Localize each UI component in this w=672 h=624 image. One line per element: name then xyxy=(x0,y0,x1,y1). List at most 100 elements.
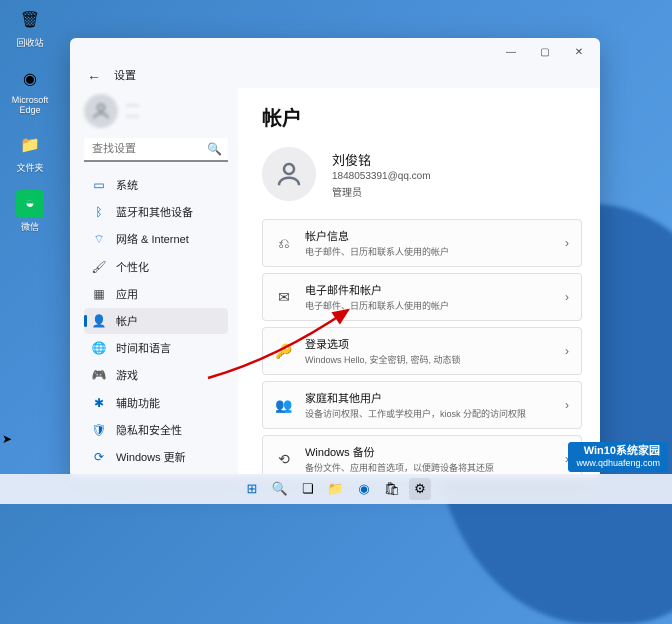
card-windows-backup[interactable]: ⟲Windows 备份备份文件、应用和首选项，以便跨设备将其还原› xyxy=(262,435,582,478)
window-controls: — ▢ ✕ xyxy=(494,40,596,64)
sidebar-item-bluetooth[interactable]: ᛒ 蓝牙和其他设备 xyxy=(84,199,228,225)
account-info-icon: ⎌ xyxy=(275,234,293,252)
desktop-icons: 🗑 回收站 ◉Microsoft Edge 📁 文件夹 ◒ 微信 xyxy=(6,6,54,233)
card-signin-options[interactable]: 🔑登录选项Windows Hello, 安全密钥, 密码, 动态锁› xyxy=(262,327,582,375)
back-button[interactable]: ← xyxy=(84,65,104,85)
user-text: 刘俊铭 1848053391@qq.com 管理员 xyxy=(332,150,431,199)
app-title: 设置 xyxy=(114,67,136,83)
bluetooth-icon: ᛒ xyxy=(92,205,106,219)
card-subtitle: 备份文件、应用和首选项，以便跨设备将其还原 xyxy=(305,461,553,474)
card-subtitle: 电子邮件、日历和联系人使用的帐户 xyxy=(305,245,553,258)
card-email-accounts[interactable]: ✉ 电子邮件和帐户电子邮件、日历和联系人使用的帐户 › xyxy=(262,273,582,321)
profile-text: ···· ···· xyxy=(126,100,139,122)
user-role: 管理员 xyxy=(332,184,431,199)
content: ···· ···· 🔍 ▭系统 ᛒ 蓝牙和其他设备 ⌔ 网络 & Internet 🖌个性… xyxy=(70,88,600,478)
email-accounts-icon: ✉ xyxy=(275,288,293,306)
watermark: Win10系统家园 www.qdhuafeng.com xyxy=(568,442,668,472)
titlebar: — ▢ ✕ xyxy=(70,38,600,66)
taskbar-store[interactable]: 🛍 xyxy=(381,478,403,500)
sidebar-item-personalize[interactable]: 🖌个性化 xyxy=(84,254,228,280)
personalize-icon: 🖌 xyxy=(92,260,106,274)
gaming-icon: 🎮 xyxy=(92,368,106,382)
sidebar-item-label: 网络 & Internet xyxy=(116,231,189,247)
sidebar-item-label: Windows 更新 xyxy=(116,449,186,465)
close-button[interactable]: ✕ xyxy=(562,40,596,64)
desktop-icon-label: Microsoft Edge xyxy=(6,95,54,115)
card-title: 家庭和其他用户 xyxy=(305,390,553,406)
card-subtitle: 电子邮件、日历和联系人使用的帐户 xyxy=(305,299,553,312)
search-icon: 🔍 xyxy=(207,142,222,156)
desktop-icon-label: 微信 xyxy=(21,220,39,233)
sidebar-item-time-language[interactable]: 🌐 时间和语言 xyxy=(84,335,228,361)
sidebar-item-windows-update[interactable]: ⟳ Windows 更新 xyxy=(84,444,228,470)
card-text: Windows 备份备份文件、应用和首选项，以便跨设备将其还原 xyxy=(305,444,553,474)
desktop-icon-edge-browser[interactable]: ◉Microsoft Edge xyxy=(6,65,54,115)
sidebar-item-label: 蓝牙和其他设备 xyxy=(116,204,193,220)
desktop-icon-recycle-bin[interactable]: 🗑 回收站 xyxy=(6,6,54,49)
accessibility-icon: ✱ xyxy=(92,396,106,410)
file-explorer-icon: 📁 xyxy=(16,131,44,159)
card-title: Windows 备份 xyxy=(305,444,553,460)
apps-icon: ▦ xyxy=(92,287,106,301)
chevron-right-icon: › xyxy=(565,398,569,412)
family-users-icon: 👥 xyxy=(275,396,293,414)
windows-backup-icon: ⟲ xyxy=(275,450,293,468)
sidebar-item-privacy[interactable]: 🛡隐私和安全性 xyxy=(84,417,228,443)
edge-browser-icon: ◉ xyxy=(16,65,44,93)
time-language-icon: 🌐 xyxy=(92,341,106,355)
taskbar-task-view[interactable]: ❏ xyxy=(297,478,319,500)
desktop-icon-label: 文件夹 xyxy=(16,161,43,174)
card-title: 登录选项 xyxy=(305,336,553,352)
settings-cards: ⎌帐户信息电子邮件、日历和联系人使用的帐户›✉电子邮件和帐户电子邮件、日历和联系… xyxy=(262,219,582,478)
taskbar-edge[interactable]: ◉ xyxy=(353,478,375,500)
taskbar-settings[interactable]: ⚙ xyxy=(409,478,431,500)
card-text: 家庭和其他用户设备访问权限、工作或学校用户，kiosk 分配的访问权限 xyxy=(305,390,553,420)
card-title: 电子邮件和帐户 xyxy=(305,282,553,298)
sidebar: ···· ···· 🔍 ▭系统 ᛒ 蓝牙和其他设备 ⌔ 网络 & Internet 🖌个性… xyxy=(70,88,238,478)
sidebar-item-accessibility[interactable]: ✱ 辅助功能 xyxy=(84,390,228,416)
desktop: 🗑回收站◉Microsoft Edge📁文件夹◒微信 — ▢ ✕ ← 设置 ··… xyxy=(0,0,672,504)
mouse-cursor: ➤ xyxy=(2,432,12,446)
profile-name: ···· xyxy=(126,100,139,111)
system-icon: ▭ xyxy=(92,178,106,192)
desktop-icon-label: 回收站 xyxy=(16,36,43,49)
chevron-right-icon: › xyxy=(565,290,569,304)
sidebar-item-label: 游戏 xyxy=(116,367,138,383)
privacy-icon: 🛡 xyxy=(92,423,106,437)
sidebar-item-apps[interactable]: ▦应用 xyxy=(84,281,228,307)
main-panel: 帐户 刘俊铭 1848053391@qq.com 管理员 ⎌帐户信息电子邮件、日… xyxy=(238,88,600,478)
taskbar-start[interactable]: ⊞ xyxy=(241,478,263,500)
user-email: 1848053391@qq.com xyxy=(332,171,431,182)
desktop-icon-file-explorer[interactable]: 📁 文件夹 xyxy=(6,131,54,174)
page-title: 帐户 xyxy=(262,102,582,131)
wechat-icon: ◒ xyxy=(16,190,44,218)
sidebar-profile[interactable]: ···· ···· xyxy=(84,94,228,128)
taskbar-explorer[interactable]: 📁 xyxy=(325,478,347,500)
sidebar-item-gaming[interactable]: 🎮 游戏 xyxy=(84,362,228,388)
avatar xyxy=(84,94,118,128)
settings-window: — ▢ ✕ ← 设置 ···· ···· xyxy=(70,38,600,478)
user-name: 刘俊铭 xyxy=(332,150,431,169)
card-text: 帐户信息电子邮件、日历和联系人使用的帐户 xyxy=(305,228,553,258)
taskbar-search[interactable]: 🔍 xyxy=(269,478,291,500)
card-subtitle: 设备访问权限、工作或学校用户，kiosk 分配的访问权限 xyxy=(305,407,553,420)
chevron-right-icon: › xyxy=(565,344,569,358)
header: ← 设置 xyxy=(70,66,600,88)
card-text: 电子邮件和帐户电子邮件、日历和联系人使用的帐户 xyxy=(305,282,553,312)
user-avatar[interactable] xyxy=(262,147,316,201)
network-icon: ⌔ xyxy=(92,232,106,246)
card-family-users[interactable]: 👥 家庭和其他用户设备访问权限、工作或学校用户，kiosk 分配的访问权限 › xyxy=(262,381,582,429)
sidebar-item-accounts[interactable]: 👤帐户 xyxy=(84,308,228,334)
sidebar-item-label: 辅助功能 xyxy=(116,395,160,411)
desktop-icon-wechat[interactable]: ◒ 微信 xyxy=(6,190,54,233)
profile-sub: ···· xyxy=(126,111,139,122)
sidebar-item-label: 时间和语言 xyxy=(116,340,171,356)
maximize-button[interactable]: ▢ xyxy=(528,40,562,64)
card-title: 帐户信息 xyxy=(305,228,553,244)
card-account-info[interactable]: ⎌帐户信息电子邮件、日历和联系人使用的帐户› xyxy=(262,219,582,267)
sidebar-item-network[interactable]: ⌔ 网络 & Internet xyxy=(84,226,228,252)
sidebar-item-system[interactable]: ▭系统 xyxy=(84,172,228,198)
recycle-bin-icon: 🗑 xyxy=(16,6,44,34)
minimize-button[interactable]: — xyxy=(494,40,528,64)
windows-update-icon: ⟳ xyxy=(92,450,106,464)
